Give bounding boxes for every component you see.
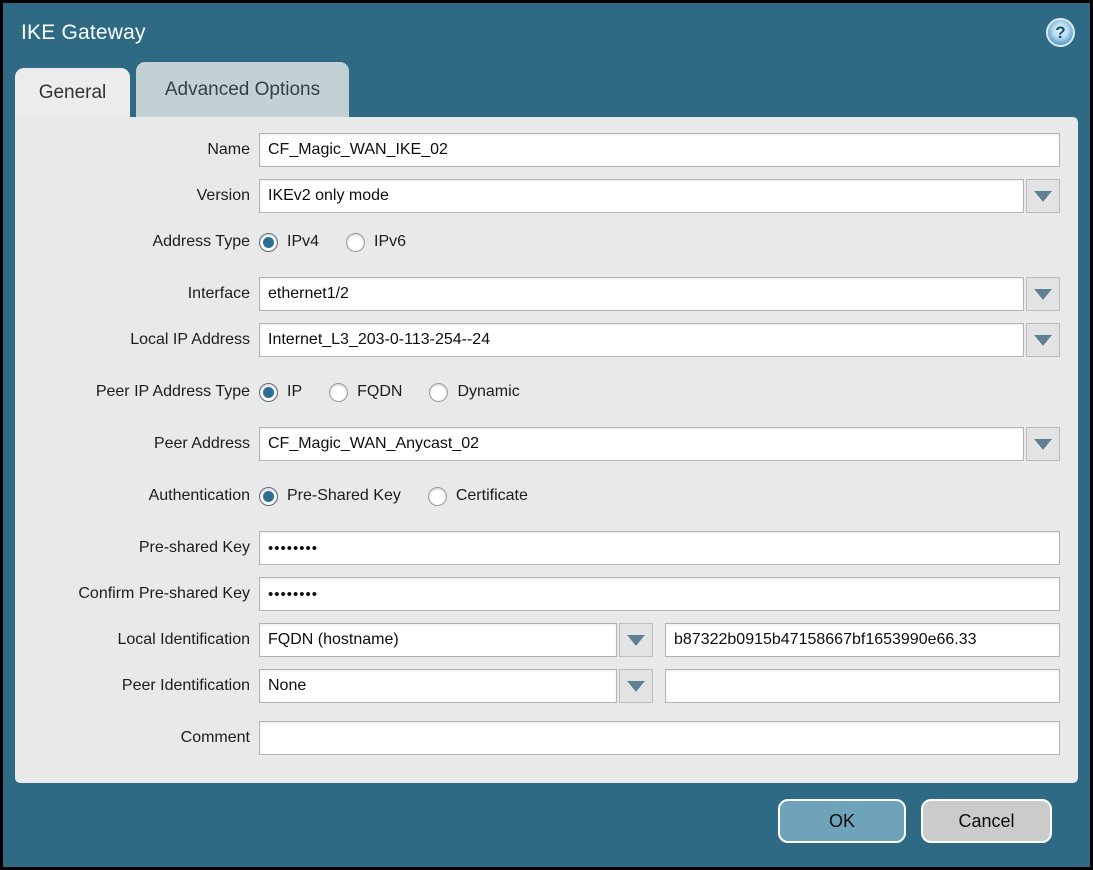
form-row-peer-ip-type: Peer IP Address Type IP FQDN Dynamic (15, 375, 1060, 409)
peer-address-label: Peer Address (15, 435, 259, 453)
address-type-label: Address Type (15, 233, 259, 251)
dialog-title: IKE Gateway (21, 21, 146, 45)
version-label: Version (15, 187, 259, 205)
chevron-down-icon[interactable] (619, 669, 653, 703)
tab-general[interactable]: General (15, 68, 130, 117)
name-label: Name (15, 141, 259, 159)
form-row-authentication: Authentication Pre-Shared Key Certificat… (15, 479, 1060, 513)
form-row-interface: Interface (15, 277, 1060, 311)
title-bar: IKE Gateway ? (3, 3, 1090, 62)
local-identification-label: Local Identification (15, 631, 259, 649)
chevron-down-icon[interactable] (1026, 427, 1060, 461)
triangle-glyph (627, 681, 645, 692)
confirm-preshared-key-input[interactable] (259, 577, 1060, 611)
interface-value[interactable] (259, 277, 1024, 311)
triangle-glyph (1034, 191, 1052, 202)
radio-ipv4-label: IPv4 (287, 233, 319, 251)
peer-identification-type-value[interactable] (259, 669, 617, 703)
local-ip-select[interactable] (259, 323, 1060, 357)
version-select[interactable] (259, 179, 1060, 213)
triangle-glyph (627, 635, 645, 646)
ike-gateway-dialog: IKE Gateway ? General Advanced Options N… (0, 0, 1093, 870)
peer-identification-type-select[interactable] (259, 669, 653, 703)
local-identification-type-select[interactable] (259, 623, 653, 657)
radio-ip-label: IP (287, 383, 302, 401)
radio-ipv4[interactable] (259, 233, 278, 252)
form-row-name: Name (15, 133, 1060, 167)
form-row-address-type: Address Type IPv4 IPv6 (15, 225, 1060, 259)
triangle-glyph (1034, 439, 1052, 450)
cancel-button[interactable]: Cancel (921, 799, 1052, 843)
form-row-version: Version (15, 179, 1060, 213)
general-tab-panel: Name Version Address Type IPv4 (15, 117, 1078, 783)
peer-address-value[interactable] (259, 427, 1024, 461)
radio-pre-shared-key[interactable] (259, 487, 278, 506)
radio-fqdn[interactable] (329, 383, 348, 402)
local-ip-value[interactable] (259, 323, 1024, 357)
chevron-down-icon[interactable] (1026, 179, 1060, 213)
chevron-down-icon[interactable] (1026, 277, 1060, 311)
dialog-window: IKE Gateway ? General Advanced Options N… (3, 3, 1090, 867)
triangle-glyph (1034, 289, 1052, 300)
peer-address-select[interactable] (259, 427, 1060, 461)
preshared-key-input[interactable] (259, 531, 1060, 565)
radio-fqdn-label: FQDN (357, 383, 402, 401)
authentication-label: Authentication (15, 487, 259, 505)
radio-certificate-label: Certificate (456, 487, 528, 505)
local-ip-label: Local IP Address (15, 331, 259, 349)
version-value[interactable] (259, 179, 1024, 213)
comment-label: Comment (15, 729, 259, 747)
radio-ipv6-label: IPv6 (374, 233, 406, 251)
local-identification-type-value[interactable] (259, 623, 617, 657)
form-row-peer-address: Peer Address (15, 427, 1060, 461)
form-row-comment: Comment (15, 721, 1060, 755)
confirm-preshared-key-label: Confirm Pre-shared Key (15, 585, 259, 603)
peer-identification-label: Peer Identification (15, 677, 259, 695)
radio-pre-shared-key-label: Pre-Shared Key (287, 487, 401, 505)
name-input[interactable] (259, 133, 1060, 167)
form-row-local-identification: Local Identification (15, 623, 1060, 657)
preshared-key-label: Pre-shared Key (15, 539, 259, 557)
radio-dynamic[interactable] (429, 383, 448, 402)
radio-dynamic-label: Dynamic (457, 383, 519, 401)
radio-ipv6[interactable] (346, 233, 365, 252)
help-icon[interactable]: ? (1046, 18, 1075, 47)
peer-identification-id-input[interactable] (665, 669, 1060, 703)
form-row-peer-identification: Peer Identification (15, 669, 1060, 703)
footer-bar: OK Cancel (3, 783, 1090, 867)
tab-advanced-options[interactable]: Advanced Options (136, 62, 349, 117)
triangle-glyph (1034, 335, 1052, 346)
comment-input[interactable] (259, 721, 1060, 755)
form-row-preshared-key: Pre-shared Key (15, 531, 1060, 565)
tab-bar: General Advanced Options (3, 62, 1090, 117)
interface-label: Interface (15, 285, 259, 303)
ok-button[interactable]: OK (778, 799, 906, 843)
chevron-down-icon[interactable] (1026, 323, 1060, 357)
radio-certificate[interactable] (428, 487, 447, 506)
interface-select[interactable] (259, 277, 1060, 311)
peer-ip-type-label: Peer IP Address Type (15, 383, 259, 401)
local-identification-id-input[interactable] (665, 623, 1060, 657)
chevron-down-icon[interactable] (619, 623, 653, 657)
radio-ip[interactable] (259, 383, 278, 402)
form-row-confirm-preshared-key: Confirm Pre-shared Key (15, 577, 1060, 611)
form-row-local-ip: Local IP Address (15, 323, 1060, 357)
